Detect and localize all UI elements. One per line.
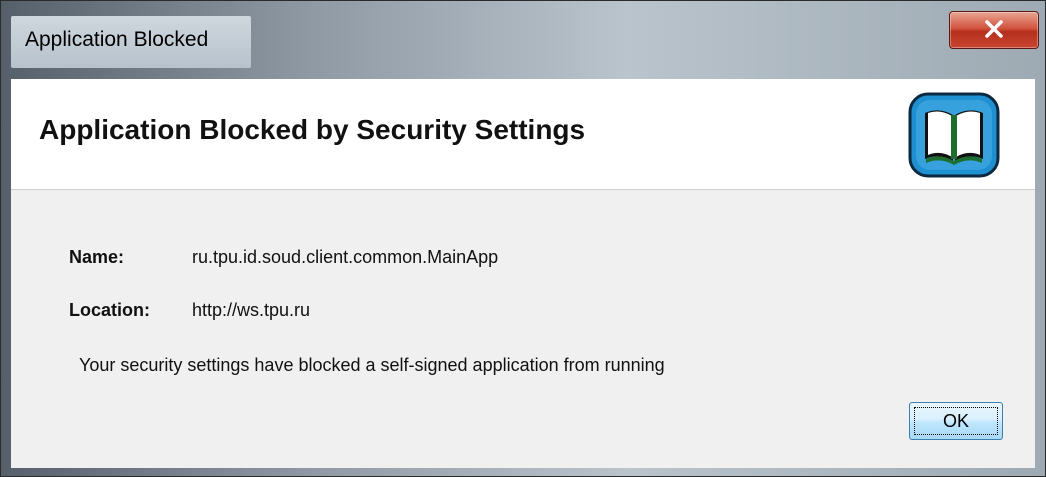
header-title: Application Blocked by Security Settings bbox=[39, 114, 586, 145]
window-title: Application Blocked bbox=[25, 28, 209, 51]
name-label: Name: bbox=[69, 247, 125, 267]
content-panel: Name: ru.tpu.id.soud.client.common.MainA… bbox=[11, 190, 1035, 468]
java-book-icon bbox=[908, 92, 1000, 178]
header-panel: Application Blocked by Security Settings bbox=[11, 79, 1035, 190]
close-icon bbox=[985, 20, 1003, 38]
dialog-window: Application Blocked Application Blocked … bbox=[0, 0, 1046, 477]
location-label: Location: bbox=[69, 300, 150, 320]
close-button[interactable] bbox=[949, 11, 1039, 49]
location-value: http://ws.tpu.ru bbox=[192, 300, 311, 320]
name-value: ru.tpu.id.soud.client.common.MainApp bbox=[192, 247, 499, 267]
security-message: Your security settings have blocked a se… bbox=[79, 355, 665, 375]
title-bar[interactable]: Application Blocked bbox=[1, 1, 1045, 79]
ok-button-label: OK bbox=[942, 411, 969, 431]
ok-button[interactable]: OK bbox=[909, 402, 1003, 440]
